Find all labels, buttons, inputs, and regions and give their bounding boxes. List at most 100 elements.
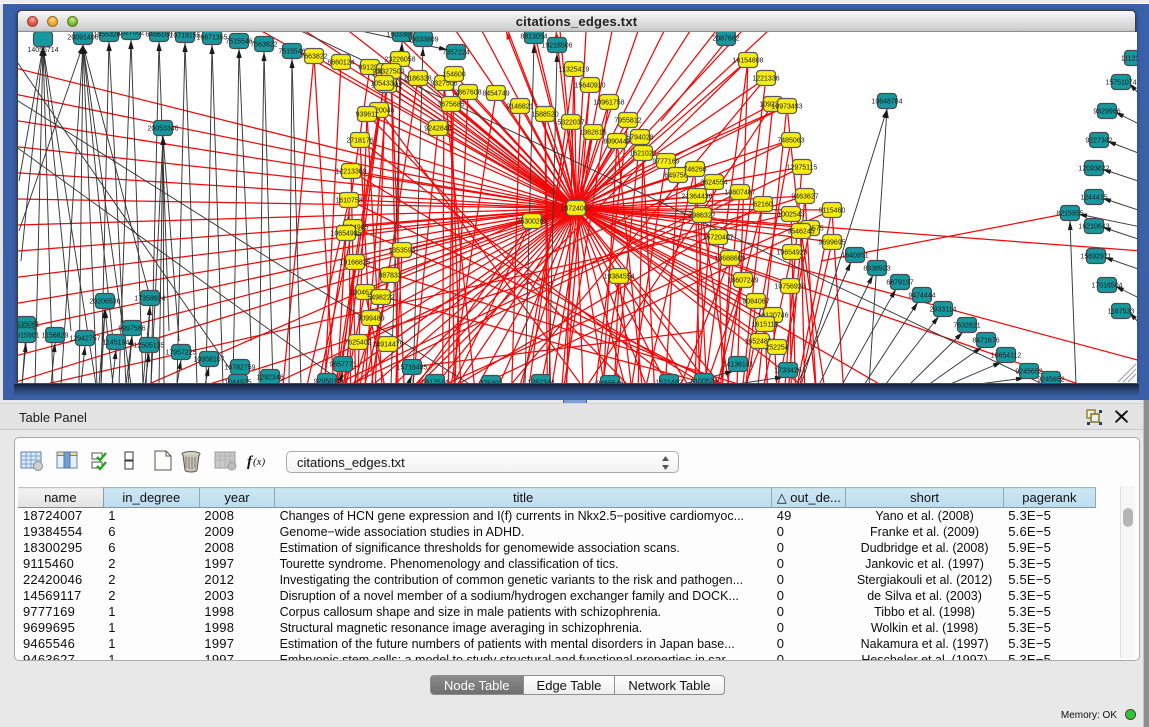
svg-text:252254: 252254 (765, 345, 788, 352)
svg-text:8813054: 8813054 (520, 34, 547, 41)
svg-text:10654112: 10654112 (991, 353, 1022, 360)
svg-text:1640951: 1640951 (841, 253, 868, 260)
svg-text:16033809: 16033809 (407, 37, 438, 44)
svg-text:9245652: 9245652 (1037, 377, 1064, 384)
svg-text:1733426: 1733426 (774, 368, 801, 375)
svg-text:23226058: 23226058 (384, 57, 415, 64)
svg-text:1615112: 1615112 (752, 322, 779, 329)
svg-text:17016504: 17016504 (1091, 283, 1122, 290)
svg-text:1362615: 1362615 (579, 130, 606, 137)
svg-text:1527602: 1527602 (117, 32, 144, 37)
svg-text:12213369: 12213369 (335, 169, 366, 176)
svg-text:19654923: 19654923 (776, 250, 807, 257)
svg-text:975302: 975302 (479, 381, 502, 384)
svg-text:1610753: 1610753 (335, 198, 362, 205)
svg-text:8817514: 8817514 (421, 380, 448, 384)
svg-text:9465546: 9465546 (596, 381, 623, 384)
svg-text:7986322: 7986322 (688, 213, 715, 220)
svg-text:7515546: 7515546 (225, 39, 252, 46)
svg-text:1287344: 1287344 (527, 380, 554, 384)
svg-text:9099489: 9099489 (357, 316, 384, 323)
svg-text:9777169: 9777169 (652, 159, 679, 166)
svg-text:9242848: 9242848 (424, 126, 451, 133)
svg-text:1167533: 1167533 (1108, 309, 1135, 316)
svg-text:9657771: 9657771 (329, 362, 356, 369)
svg-text:15751074: 15751074 (1105, 80, 1136, 87)
svg-text:15716485: 15716485 (396, 365, 427, 372)
svg-text:7632621: 7632621 (953, 323, 980, 330)
svg-text:1002543: 1002543 (777, 212, 804, 219)
svg-text:12942757: 12942757 (69, 336, 100, 343)
svg-text:9699695: 9699695 (818, 240, 845, 247)
svg-text:10688609: 10688609 (714, 256, 745, 263)
svg-text:9245652: 9245652 (1015, 369, 1042, 376)
svg-text:8454749: 8454749 (482, 91, 509, 98)
svg-text:9084067: 9084067 (742, 299, 769, 306)
svg-text:12093822: 12093822 (1078, 166, 1109, 173)
svg-text:3675685: 3675685 (437, 102, 464, 109)
svg-text:8215955: 8215955 (1056, 211, 1083, 218)
svg-text:1156829: 1156829 (42, 333, 69, 340)
svg-text:8186328: 8186328 (404, 76, 431, 83)
svg-text:10958107: 10958107 (193, 357, 224, 364)
svg-text:8100524: 8100524 (690, 379, 717, 384)
svg-text:17359924: 17359924 (134, 296, 165, 303)
svg-text:939611: 939611 (356, 112, 379, 119)
svg-text:14914479: 14914479 (372, 342, 403, 349)
svg-text:15720407: 15720407 (702, 235, 733, 242)
svg-text:16782759: 16782759 (224, 365, 255, 372)
svg-text:10973493: 10973493 (771, 104, 802, 111)
svg-text:1588520: 1588520 (531, 112, 558, 119)
svg-text:1112304: 1112304 (1121, 56, 1137, 63)
svg-text:9329966: 9329966 (1093, 109, 1120, 116)
svg-text:1292346: 1292346 (256, 375, 283, 382)
svg-text:8471676: 8471676 (972, 338, 999, 345)
svg-text:5498222: 5498222 (367, 295, 394, 302)
svg-text:14055714: 14055714 (27, 47, 58, 54)
svg-text:9205011: 9205011 (314, 379, 341, 384)
svg-text:(x): (x) (253, 456, 266, 468)
svg-text:1054334: 1054334 (370, 81, 397, 88)
svg-text:19384554: 19384554 (603, 274, 634, 281)
svg-text:19166825: 19166825 (339, 260, 370, 267)
svg-text:7485063: 7485063 (777, 138, 804, 145)
svg-text:3915901: 3915901 (18, 333, 40, 340)
svg-text:1353594: 1353594 (388, 248, 415, 255)
svg-text:746266: 746266 (683, 167, 706, 174)
svg-text:9115460: 9115460 (819, 208, 846, 215)
svg-text:9546245: 9546245 (787, 229, 814, 236)
svg-text:7663822: 7663822 (300, 54, 327, 61)
svg-text:8938923: 8938923 (863, 266, 890, 273)
svg-text:17957225: 17957225 (165, 350, 196, 357)
svg-text:5322037: 5322037 (557, 120, 584, 127)
svg-text:154600: 154600 (442, 72, 465, 79)
svg-text:12505135: 12505135 (133, 343, 164, 350)
svg-text:18724007: 18724007 (560, 206, 591, 213)
svg-text:11325419: 11325419 (559, 67, 590, 74)
svg-text:7357224: 7357224 (442, 50, 469, 57)
svg-text:3624554: 3624554 (700, 180, 727, 187)
svg-text:1521462: 1521462 (655, 380, 682, 384)
svg-text:16210643: 16210643 (1078, 224, 1109, 231)
svg-text:9146821: 9146821 (506, 104, 533, 111)
svg-text:1244415: 1244415 (1080, 195, 1107, 202)
svg-text:2087682: 2087682 (712, 36, 739, 43)
svg-text:20206536: 20206536 (89, 299, 120, 306)
svg-text:16671355: 16671355 (196, 35, 227, 42)
svg-text:2718176: 2718176 (346, 138, 373, 145)
svg-text:25300203: 25300203 (516, 219, 547, 226)
svg-text:1221336: 1221336 (752, 76, 779, 83)
svg-text:2867608: 2867608 (454, 90, 481, 97)
svg-text:1145194: 1145194 (103, 340, 130, 347)
svg-text:10961758: 10961758 (593, 100, 624, 107)
svg-text:10654985: 10654985 (330, 231, 361, 238)
svg-text:9327503: 9327503 (377, 69, 404, 76)
svg-text:7955812: 7955812 (614, 118, 641, 125)
svg-text:21364436: 21364436 (681, 194, 712, 201)
svg-text:18607249: 18607249 (727, 278, 758, 285)
svg-text:10756928: 10756928 (774, 284, 805, 291)
svg-text:887833: 887833 (378, 273, 401, 280)
svg-text:6879197: 6879197 (886, 280, 913, 287)
svg-text:7625402: 7625402 (344, 340, 371, 347)
svg-text:10648784: 10648784 (871, 99, 902, 106)
